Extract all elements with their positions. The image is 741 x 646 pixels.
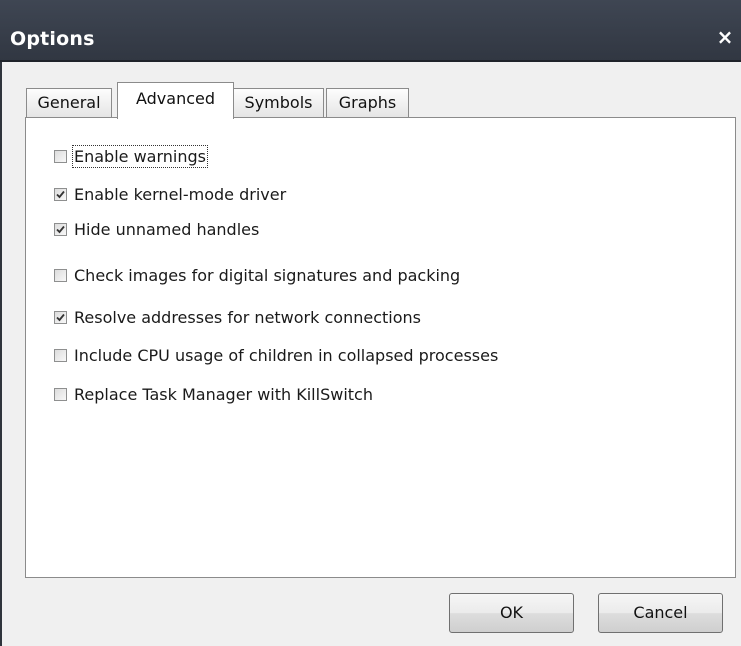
checkbox[interactable]: [54, 187, 67, 201]
option-include-cpu-usage-children[interactable]: Include CPU usage of children in collaps…: [54, 343, 498, 367]
close-icon[interactable]: ×: [713, 25, 737, 49]
advanced-tab-panel: Enable warnings Enable kernel-mode drive…: [25, 117, 736, 578]
ok-button[interactable]: OK: [449, 593, 574, 633]
option-label: Enable warnings: [72, 144, 208, 168]
tab-graphs[interactable]: Graphs: [326, 88, 409, 118]
tab-advanced[interactable]: Advanced: [117, 82, 234, 119]
title-bar[interactable]: Options ×: [0, 0, 741, 62]
option-enable-warnings[interactable]: Enable warnings: [54, 144, 208, 168]
tab-general[interactable]: General: [26, 88, 112, 118]
option-label: Enable kernel-mode driver: [74, 184, 287, 204]
options-dialog: Options × General Advanced Symbols Graph…: [0, 0, 741, 646]
option-label: Check images for digital signatures and …: [74, 265, 461, 285]
tab-symbols[interactable]: Symbols: [233, 88, 324, 118]
checkbox[interactable]: [54, 222, 67, 236]
option-check-images-signatures[interactable]: Check images for digital signatures and …: [54, 263, 460, 287]
window-border: [0, 62, 2, 646]
option-hide-unnamed-handles[interactable]: Hide unnamed handles: [54, 217, 259, 241]
option-enable-kernel-mode-driver[interactable]: Enable kernel-mode driver: [54, 182, 286, 206]
checkmark-icon: [56, 190, 65, 198]
checkbox[interactable]: [54, 268, 67, 282]
option-label: Resolve addresses for network connection…: [74, 307, 421, 327]
cancel-button[interactable]: Cancel: [598, 593, 723, 633]
checkbox[interactable]: [54, 348, 67, 362]
option-resolve-addresses[interactable]: Resolve addresses for network connection…: [54, 305, 421, 329]
checkbox[interactable]: [54, 149, 67, 163]
option-label: Include CPU usage of children in collaps…: [74, 345, 499, 365]
checkbox[interactable]: [54, 387, 67, 401]
checkmark-icon: [56, 313, 65, 321]
checkmark-icon: [56, 225, 65, 233]
checkbox[interactable]: [54, 310, 67, 324]
option-replace-task-manager[interactable]: Replace Task Manager with KillSwitch: [54, 382, 373, 406]
dialog-title: Options: [10, 28, 95, 50]
option-label: Replace Task Manager with KillSwitch: [74, 384, 373, 404]
option-label: Hide unnamed handles: [74, 219, 260, 239]
